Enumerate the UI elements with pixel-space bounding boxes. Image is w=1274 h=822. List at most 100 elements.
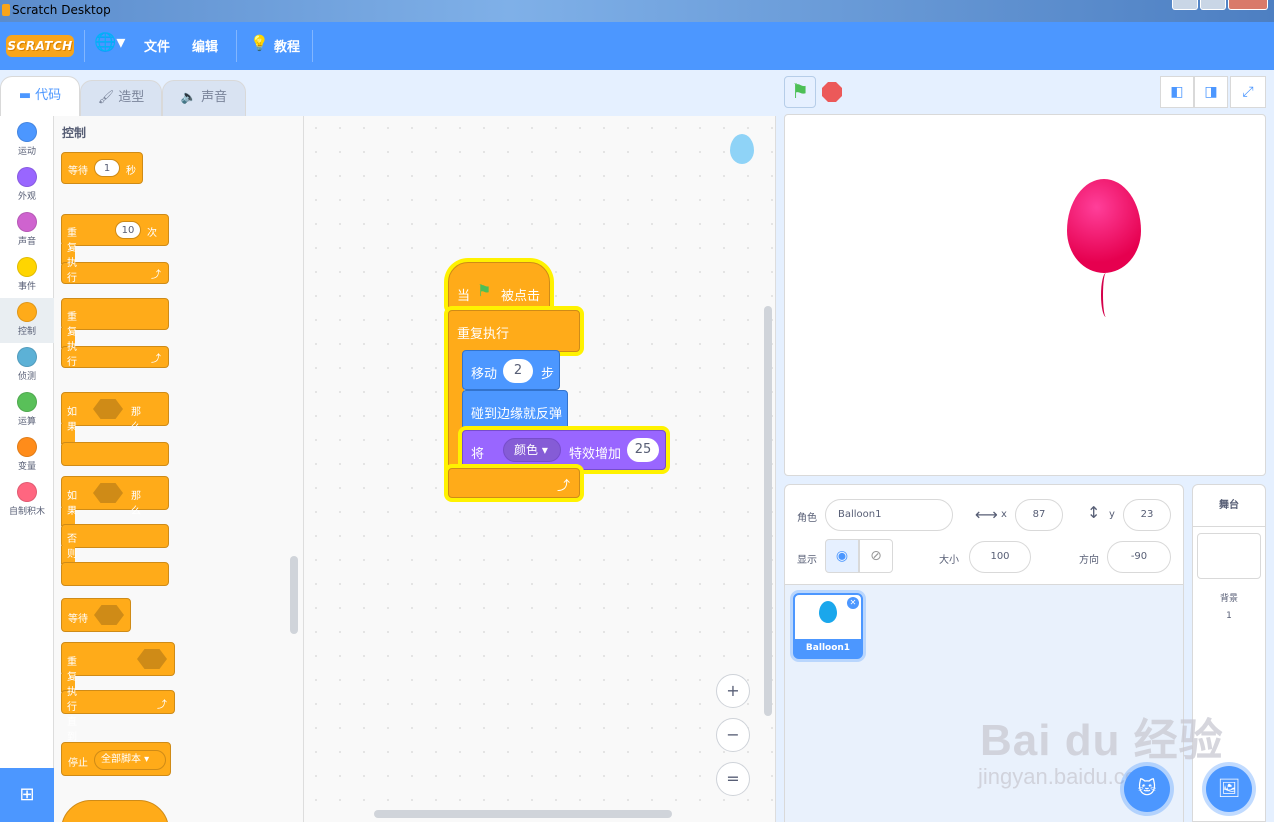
block-wait[interactable]: 等待 1 秒 (61, 152, 143, 184)
palette-section-title: 控制 (62, 126, 87, 140)
language-globe-icon[interactable]: 🌐▾ (94, 32, 125, 53)
cat-face-icon: 🐱 (1137, 778, 1157, 799)
choose-backdrop-button[interactable]: 🖼 (1206, 766, 1252, 812)
category-dot (17, 437, 37, 457)
sprite-size-input[interactable]: 100 (969, 541, 1031, 573)
condition-slot[interactable] (94, 605, 124, 625)
category-operators[interactable]: 运算 (0, 388, 54, 433)
show-sprite-button[interactable]: ◉ (825, 539, 859, 573)
hide-sprite-button[interactable]: ⊘ (859, 539, 893, 573)
sprite-name-input[interactable]: Balloon1 (825, 499, 953, 531)
sprite-direction-input[interactable]: -90 (1107, 541, 1171, 573)
block-categories: 运动 外观 声音 事件 控制 侦测 运算 变量 自制积木 (0, 116, 54, 822)
loop-arrow-icon: ⤴ (151, 354, 161, 365)
menu-file[interactable]: 文件 (144, 36, 170, 55)
fullscreen-button[interactable]: ⤢ (1230, 76, 1266, 108)
workspace-horizontal-scrollbar[interactable] (374, 810, 672, 818)
green-flag-button[interactable]: ⚑ (784, 76, 816, 108)
sprite-info: 角色 Balloon1 ⟷ x 87 ↕ y 23 显示 ◉ ⊘ 大小 100 … (785, 485, 1183, 585)
block-bounce-on-edge[interactable]: 碰到边缘就反弹 (462, 390, 568, 430)
category-dot (17, 302, 37, 322)
delete-sprite-icon[interactable]: ✕ (847, 597, 859, 609)
choose-sprite-button[interactable]: 🐱 (1124, 766, 1170, 812)
tab-code[interactable]: ▬ 代码 (0, 76, 80, 116)
large-stage-icon: ◨ (1204, 84, 1218, 100)
workspace-vertical-scrollbar[interactable] (764, 306, 772, 716)
stage-header: ⚑ ◧ ◨ ⤢ (776, 70, 1274, 114)
block-move-steps[interactable]: 移动 2 步 (462, 350, 560, 390)
category-sensing[interactable]: 侦测 (0, 343, 54, 388)
menu-edit[interactable]: 编辑 (192, 36, 218, 55)
repeat-count-input[interactable]: 10 (115, 221, 141, 239)
large-stage-button[interactable]: ◨ (1194, 76, 1228, 108)
category-sound[interactable]: 声音 (0, 208, 54, 253)
brush-icon: 🖌 (97, 90, 115, 105)
category-motion[interactable]: 运动 (0, 118, 54, 163)
loop-arrow-icon: ⤴ (557, 479, 571, 494)
category-dot (17, 122, 37, 142)
block-change-effect[interactable]: 将 颜色 ▾ 特效增加 25 (462, 430, 666, 470)
wait-seconds-input[interactable]: 1 (94, 159, 120, 177)
window-title: Scratch Desktop (12, 3, 111, 17)
balloon-sprite[interactable] (1067, 179, 1141, 273)
add-extension-button[interactable]: ⊞ (0, 768, 54, 822)
image-add-icon: 🖼 (1217, 778, 1241, 799)
close-window-button[interactable] (1228, 0, 1268, 10)
balloon-thumbnail (819, 601, 837, 623)
category-events[interactable]: 事件 (0, 253, 54, 298)
category-looks[interactable]: 外观 (0, 163, 54, 208)
category-control[interactable]: 控制 (0, 298, 54, 343)
scratch-logo[interactable]: SCRATCH (6, 35, 74, 57)
block-wait-until[interactable]: 等待 (61, 598, 131, 632)
loop-arrow-icon: ⤴ (151, 270, 161, 281)
sprite-thumbnail[interactable]: ✕ Balloon1 (793, 593, 863, 659)
category-variables[interactable]: 变量 (0, 433, 54, 478)
block-forever[interactable]: 重复执行 (448, 310, 580, 352)
sprite-x-input[interactable]: 87 (1015, 499, 1063, 531)
horizontal-arrows-icon: ⟷ (975, 505, 998, 524)
category-dot (17, 257, 37, 277)
backdrop-thumbnail[interactable] (1197, 533, 1261, 579)
sprite-preview-balloon (730, 134, 754, 164)
small-stage-button[interactable]: ◧ (1160, 76, 1194, 108)
tab-sounds[interactable]: 🔈 声音 (162, 80, 246, 116)
lightbulb-icon: 💡 (250, 34, 269, 52)
block-stop[interactable]: 停止 全部脚本 ▾ (61, 742, 171, 776)
menu-tutorials[interactable]: 教程 (274, 36, 300, 55)
forever-bottom: ⤴ (448, 468, 580, 498)
app-icon (2, 4, 10, 16)
tab-costumes[interactable]: 🖌 造型 (80, 80, 162, 116)
stop-option-dropdown[interactable]: 全部脚本 ▾ (94, 750, 166, 770)
loop-arrow-icon: ⤴ (157, 700, 167, 711)
script-workspace[interactable]: 当 ⚑ 被点击 重复执行 移动 2 步 碰到边缘就反弹 将 颜色 ▾ 特效增加 … (304, 116, 776, 822)
menu-bar: SCRATCH 🌐▾ 文件 编辑 💡 教程 (0, 22, 1274, 70)
category-dot (17, 392, 37, 412)
block-partial[interactable] (61, 800, 169, 822)
stage-canvas[interactable] (784, 114, 1266, 476)
menu-separator (84, 30, 85, 62)
speaker-icon: 🔈 (180, 90, 198, 105)
effect-amount-input[interactable]: 25 (627, 438, 659, 462)
category-dot (17, 347, 37, 367)
menu-separator (236, 30, 237, 62)
eye-slash-icon: ⊘ (870, 548, 882, 564)
sprite-y-input[interactable]: 23 (1123, 499, 1171, 531)
zoom-out-button[interactable]: − (716, 718, 750, 752)
green-flag-icon: ⚑ (791, 79, 809, 103)
block-when-flag-clicked[interactable]: 当 ⚑ 被点击 (448, 262, 550, 310)
move-steps-input[interactable]: 2 (503, 359, 533, 383)
category-my-blocks[interactable]: 自制积木 (0, 478, 54, 523)
effect-dropdown[interactable]: 颜色 ▾ (503, 438, 561, 462)
zoom-in-button[interactable]: + (716, 674, 750, 708)
code-icon: ▬ (18, 88, 32, 103)
backdrop-count: 1 (1226, 611, 1232, 621)
minimize-button[interactable] (1172, 0, 1198, 10)
zoom-reset-button[interactable]: = (716, 762, 750, 796)
palette-scrollbar[interactable] (290, 556, 298, 634)
add-extension-icon: ⊞ (19, 784, 35, 805)
stop-button[interactable] (822, 82, 842, 102)
category-dot (17, 167, 37, 187)
maximize-button[interactable] (1200, 0, 1226, 10)
fullscreen-icon: ⤢ (1242, 84, 1254, 100)
category-dot (17, 482, 37, 502)
